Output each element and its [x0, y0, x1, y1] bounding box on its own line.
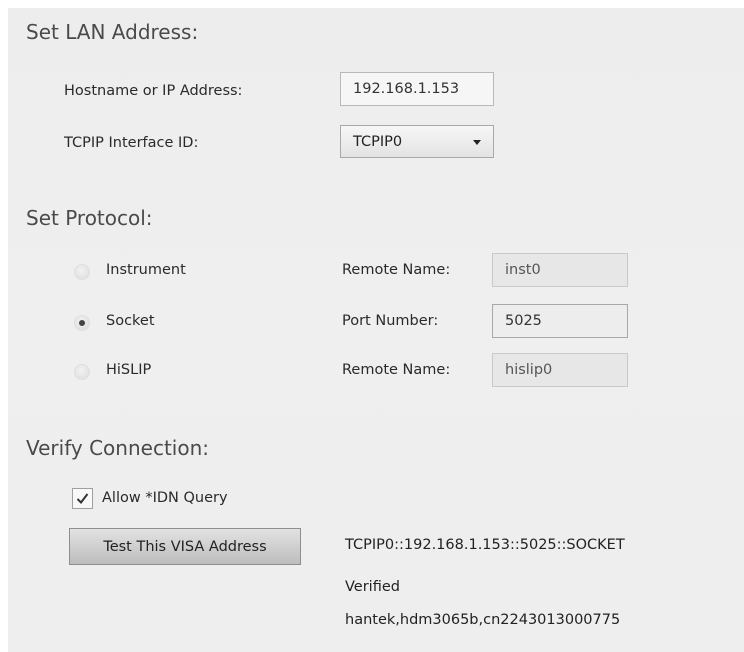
connection-panel: Set LAN Address: Hostname or IP Address:…	[8, 8, 744, 652]
radio-hislip[interactable]	[74, 364, 90, 380]
interface-label: TCPIP Interface ID:	[64, 135, 199, 151]
lan-section-title: Set LAN Address:	[26, 20, 199, 44]
hostname-input[interactable]: 192.168.1.153	[340, 72, 494, 106]
idn-query-label: Allow *IDN Query	[102, 490, 228, 506]
visa-address-text: TCPIP0::192.168.1.153::5025::SOCKET	[345, 537, 625, 553]
hislip-remote-name-label: Remote Name:	[342, 362, 451, 378]
radio-instrument[interactable]	[74, 264, 90, 280]
radio-socket-label: Socket	[106, 313, 155, 329]
test-visa-address-button[interactable]: Test This VISA Address	[69, 528, 301, 565]
radio-hislip-label: HiSLIP	[106, 362, 152, 378]
protocol-section-title: Set Protocol:	[26, 206, 153, 230]
radio-socket[interactable]	[74, 315, 90, 331]
chevron-down-icon	[473, 139, 481, 145]
radio-instrument-label: Instrument	[106, 262, 186, 278]
port-number-label: Port Number:	[342, 313, 439, 329]
port-number-input[interactable]: 5025	[492, 304, 628, 338]
interface-select[interactable]: TCPIP0	[340, 125, 494, 158]
interface-select-value: TCPIP0	[353, 133, 403, 150]
instrument-remote-name-label: Remote Name:	[342, 262, 451, 278]
verify-status-text: Verified	[345, 579, 400, 595]
idn-query-checkbox[interactable]	[72, 488, 93, 509]
hostname-label: Hostname or IP Address:	[64, 83, 243, 99]
verify-section-title: Verify Connection:	[26, 436, 209, 460]
instrument-remote-name-input[interactable]: inst0	[492, 253, 628, 287]
hislip-remote-name-input[interactable]: hislip0	[492, 353, 628, 387]
idn-response-text: hantek,hdm3065b,cn2243013000775	[345, 612, 621, 628]
checkmark-icon	[76, 493, 89, 505]
